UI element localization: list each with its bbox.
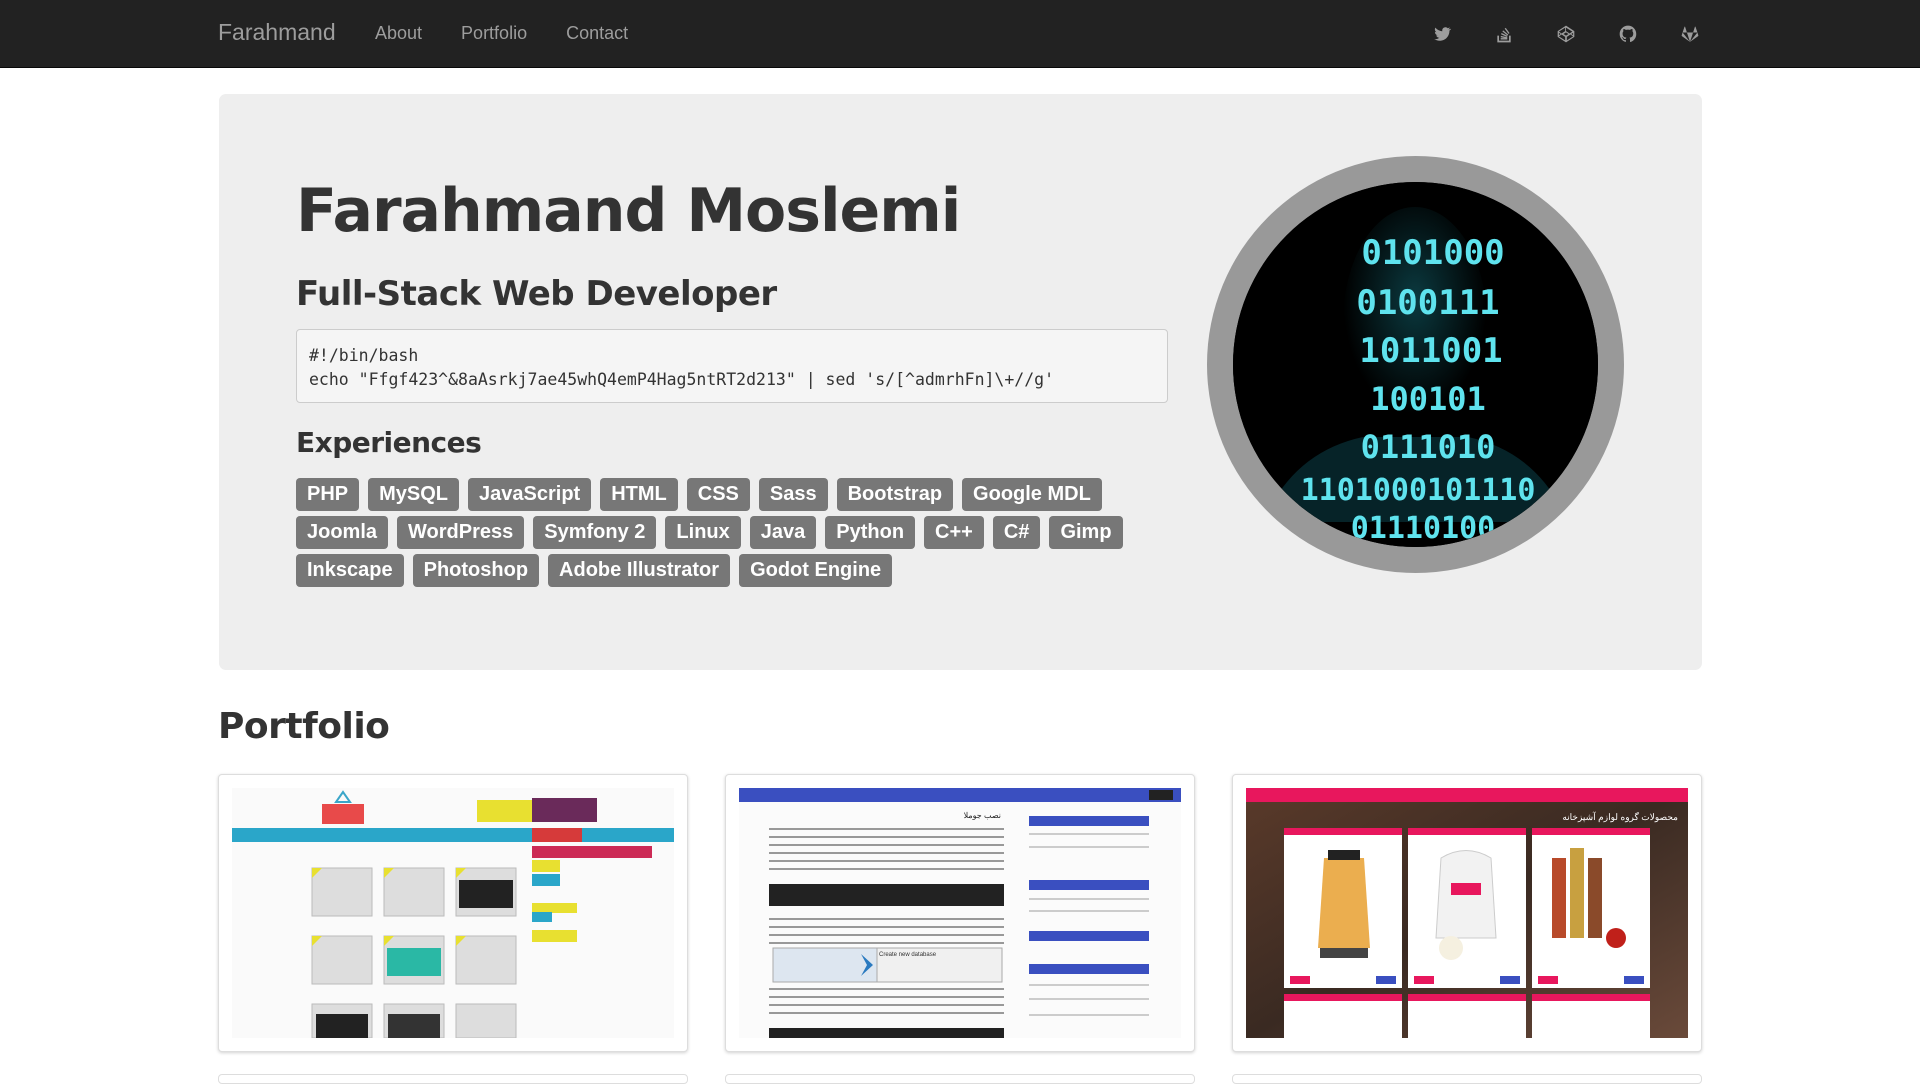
experiences-title: Experiences <box>296 426 482 459</box>
shop-site-thumbnail <box>232 788 674 1038</box>
hero-role: Full-Stack Web Developer <box>296 274 777 314</box>
joomla-title: نصب جوملا <box>964 811 1001 820</box>
avatar-digits: 0100111 <box>1356 283 1499 323</box>
skill-tag: PHP <box>296 478 360 511</box>
skill-tag: Linux <box>665 516 741 549</box>
nav-link-about[interactable]: About <box>375 23 422 44</box>
skill-tag: Joomla <box>296 516 389 549</box>
codepen-icon[interactable] <box>1554 22 1578 46</box>
code-line: #!/bin/bash <box>309 346 419 365</box>
nav-links: About Portfolio Contact <box>375 23 667 44</box>
code-line: echo "Ffgf423^&8aAsrkj7ae45whQ4emP4Hag5n… <box>309 370 1055 389</box>
skill-tag: Inkscape <box>296 554 404 587</box>
portfolio-thumbnail <box>232 788 674 1038</box>
portfolio-thumbnail: محصولات گروه لوازم آشپزخانه <box>1246 788 1688 1038</box>
skill-tag: Python <box>825 516 916 549</box>
portfolio-title: Portfolio <box>218 706 390 747</box>
skill-tag: Gimp <box>1049 516 1123 549</box>
code-block: #!/bin/bash echo "Ffgf423^&8aAsrkj7ae45wh… <box>296 329 1168 403</box>
social-links <box>1392 22 1702 46</box>
skill-tag: C# <box>992 516 1041 549</box>
skill-tag: Bootstrap <box>836 478 954 511</box>
avatar-digits: 0111010 <box>1361 428 1496 466</box>
avatar-digits: 100101 <box>1370 380 1486 418</box>
create-db-label: Create new database <box>879 952 937 958</box>
portfolio-card[interactable] <box>725 1074 1195 1084</box>
kitchen-shop-thumbnail: محصولات گروه لوازم آشپزخانه <box>1246 788 1688 1038</box>
avatar-digits: 1011001 <box>1359 331 1502 371</box>
joomla-tutorial-thumbnail: نصب جوملا Create new database <box>739 788 1181 1038</box>
portfolio-card[interactable]: نصب جوملا Create new database <box>725 774 1195 1052</box>
portfolio-card[interactable]: محصولات گروه لوازم آشپزخانه <box>1232 774 1702 1052</box>
nav-link-contact[interactable]: Contact <box>566 23 628 44</box>
twitter-icon[interactable] <box>1430 22 1454 46</box>
avatar-digits: 01110100 <box>1351 511 1496 546</box>
skill-tag: C++ <box>924 516 984 549</box>
shop-heading: محصولات گروه لوازم آشپزخانه <box>1562 811 1678 823</box>
skill-tag: MySQL <box>368 478 460 511</box>
github-icon[interactable] <box>1616 22 1640 46</box>
skill-tag: Godot Engine <box>739 554 893 587</box>
portfolio-card[interactable] <box>218 774 688 1052</box>
skill-tag: Adobe Illustrator <box>548 554 731 587</box>
skill-tag: HTML <box>600 478 678 511</box>
avatar-digits: 1101000101110 <box>1301 473 1536 508</box>
skill-tag: Photoshop <box>412 554 540 587</box>
avatar: 0101000 0100111 1011001 100101 0111010 1… <box>1233 182 1598 547</box>
skill-tag: Symfony 2 <box>533 516 657 549</box>
navbar: Farahmand About Portfolio Contact <box>0 0 1920 68</box>
brand-link[interactable]: Farahmand <box>218 19 336 46</box>
portfolio-thumbnail: نصب جوملا Create new database <box>739 788 1181 1038</box>
gitlab-icon[interactable] <box>1678 22 1702 46</box>
avatar-digits: 0101000 <box>1361 233 1504 273</box>
skill-tag: Google MDL <box>962 478 1102 511</box>
nav-link-portfolio[interactable]: Portfolio <box>461 23 527 44</box>
skill-tags: PHP MySQL JavaScript HTML CSS Sass Boots… <box>296 478 1176 592</box>
avatar-matrix-figure: 0101000 0100111 1011001 100101 0111010 1… <box>1233 182 1598 547</box>
skill-tag: Java <box>749 516 817 549</box>
skill-tag: CSS <box>686 478 750 511</box>
stackoverflow-icon[interactable] <box>1492 22 1516 46</box>
skill-tag: WordPress <box>397 516 525 549</box>
portfolio-card[interactable] <box>218 1074 688 1084</box>
skill-tag: Sass <box>758 478 828 511</box>
hero-jumbotron: Farahmand Moslemi Full-Stack Web Develop… <box>219 94 1702 670</box>
avatar-frame: 0101000 0100111 1011001 100101 0111010 1… <box>1207 156 1624 573</box>
skill-tag: JavaScript <box>468 478 592 511</box>
hero-name: Farahmand Moslemi <box>296 176 961 246</box>
portfolio-card[interactable] <box>1232 1074 1702 1084</box>
